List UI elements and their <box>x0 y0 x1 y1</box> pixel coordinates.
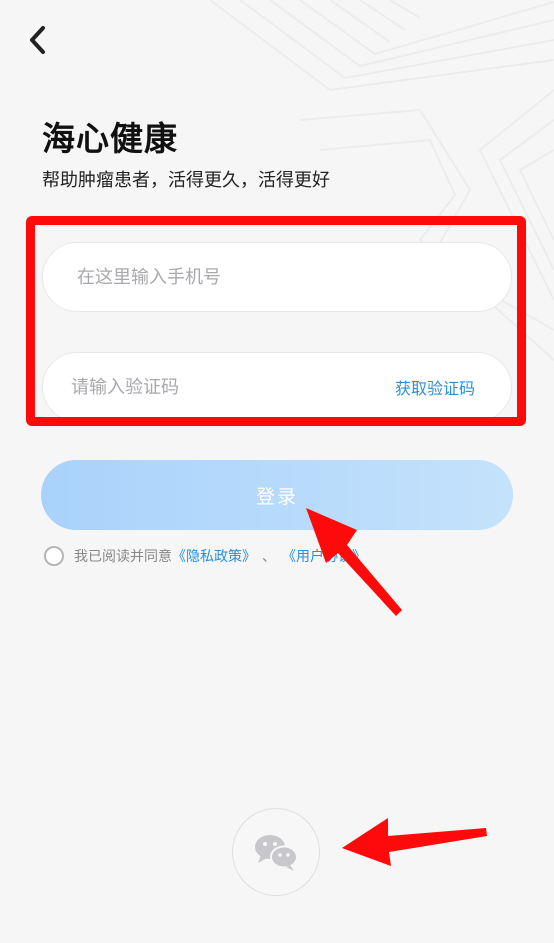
login-button[interactable]: 登录 <box>41 460 513 530</box>
privacy-policy-link[interactable]: 《隐私政策》 <box>172 546 256 566</box>
agreement-prefix: 我已阅读并同意 <box>74 549 172 565</box>
annotation-highlight-box <box>26 216 526 426</box>
user-agreement-link[interactable]: 《用户协议》 <box>282 546 366 566</box>
agreement-checkbox[interactable] <box>44 546 64 566</box>
app-title: 海心健康 <box>42 119 178 158</box>
wechat-login-button[interactable] <box>232 808 320 896</box>
app-slogan: 帮助肿瘤患者，活得更久，活得更好 <box>42 170 330 191</box>
wechat-icon <box>255 835 298 871</box>
back-button[interactable] <box>18 20 58 60</box>
agreement-row: 我已阅读并同意 《隐私政策》 、 《用户协议》 <box>44 546 366 566</box>
chevron-left-icon <box>30 26 45 54</box>
agreement-separator: 、 <box>262 549 276 565</box>
